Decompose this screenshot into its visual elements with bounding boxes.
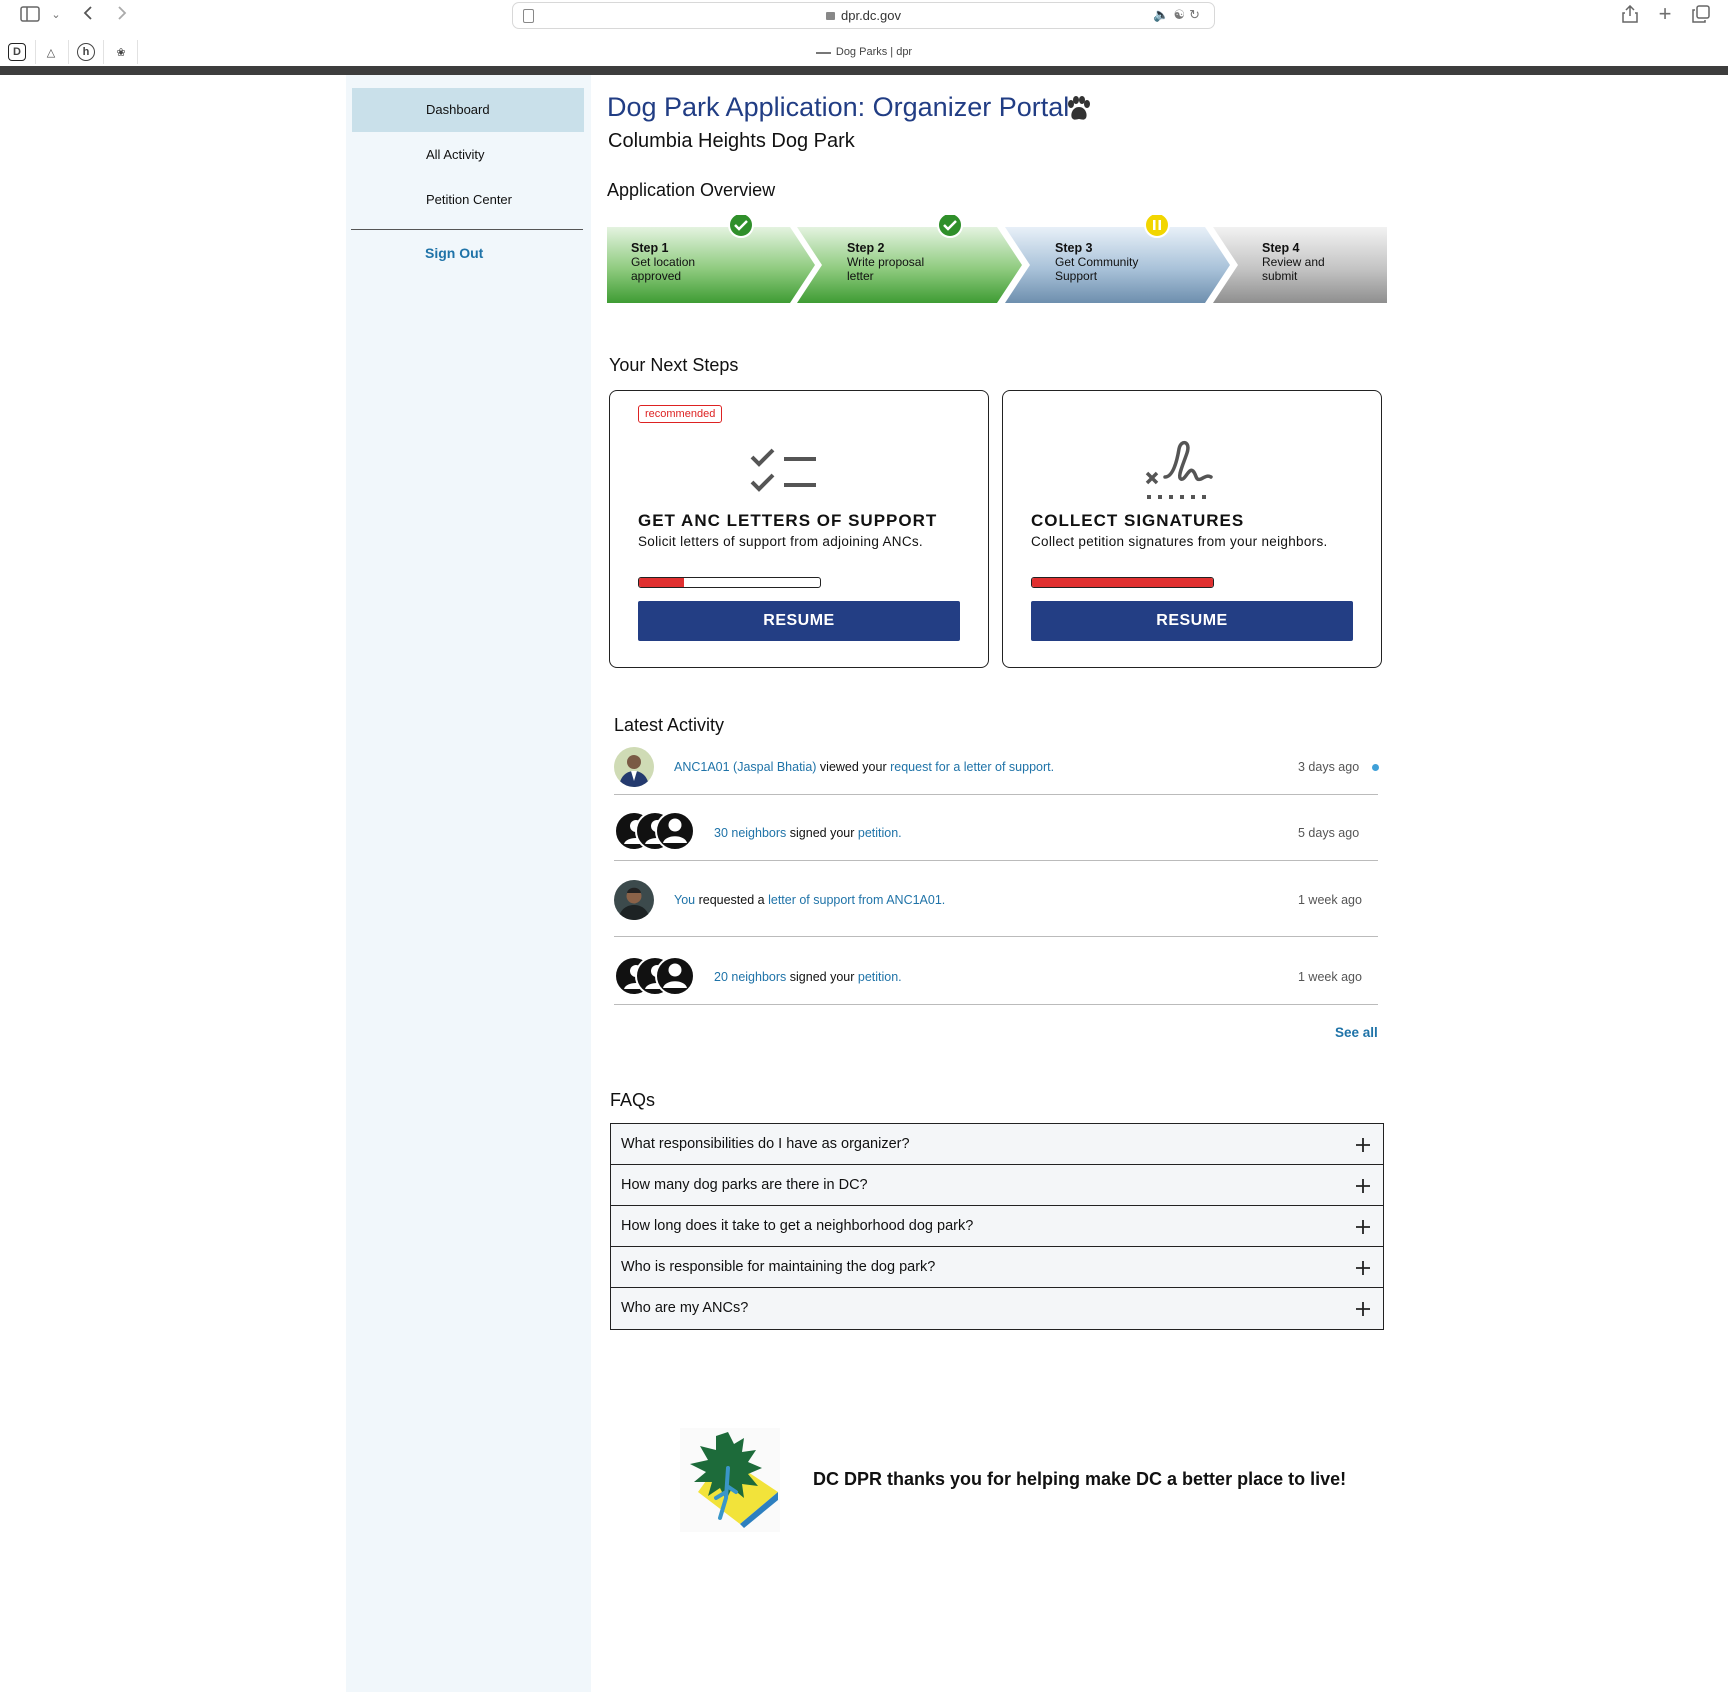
sidebar-item-dashboard[interactable]: Dashboard xyxy=(352,88,584,132)
tab-strip-bar xyxy=(0,66,1728,75)
activity-object-link[interactable]: request for a letter of support. xyxy=(890,760,1054,774)
plus-icon[interactable] xyxy=(1355,1137,1371,1153)
plus-icon[interactable] xyxy=(1355,1260,1371,1276)
resume-button[interactable]: RESUME xyxy=(638,601,960,641)
back-icon[interactable] xyxy=(77,2,99,24)
card-title: GET ANC LETTERS OF SUPPORT xyxy=(638,511,938,530)
see-all-link[interactable]: See all xyxy=(1335,1025,1378,1040)
step-1-label: Step 1 Get location approved xyxy=(631,241,696,283)
dc-dpr-logo xyxy=(680,1428,780,1532)
forward-icon[interactable] xyxy=(111,2,133,24)
progress-bar xyxy=(638,577,821,588)
progress-fill xyxy=(639,578,685,587)
page-title: Dog Park Application: Organizer Portal xyxy=(607,92,1070,122)
paw-icon xyxy=(1068,96,1090,120)
tab-favicon-icon xyxy=(815,46,831,54)
activity-item: 30 neighbors signed your petition. 5 day… xyxy=(614,795,1378,861)
activity-item: ANC1A01 (Jaspal Bhatia) viewed your requ… xyxy=(614,729,1379,795)
progress-bar xyxy=(1031,577,1214,588)
address-bar[interactable]: dpr.dc.gov 🔈☯↻ xyxy=(512,2,1215,29)
page-subtitle: Columbia Heights Dog Park xyxy=(608,130,855,152)
resume-button[interactable]: RESUME xyxy=(1031,601,1353,641)
faq-item[interactable]: How long does it take to get a neighborh… xyxy=(611,1206,1383,1247)
activity-object-link[interactable]: petition. xyxy=(858,970,902,984)
activity-time: 1 week ago xyxy=(1298,893,1362,907)
url-text: dpr.dc.gov xyxy=(841,8,901,23)
lock-icon xyxy=(826,12,835,20)
activity-item: You requested a letter of support from A… xyxy=(614,861,1378,937)
overview-heading: Application Overview xyxy=(607,180,776,200)
activity-text: 20 neighbors signed your petition. xyxy=(714,970,902,984)
sidebar-toggle-icon[interactable] xyxy=(19,3,41,25)
audio-translate-reload-icons[interactable]: 🔈☯↻ xyxy=(1153,7,1204,23)
activity-object-link[interactable]: letter of support from ANC1A01. xyxy=(768,893,945,907)
card-title: COLLECT SIGNATURES xyxy=(1031,511,1245,530)
activity-text: You requested a letter of support from A… xyxy=(674,893,946,907)
step-4-label: Step 4 Review and submit xyxy=(1262,241,1325,283)
tabs-overview-icon[interactable] xyxy=(1690,3,1712,25)
footer-message: DC DPR thanks you for helping make DC a … xyxy=(813,1469,1347,1489)
recommended-badge: recommended xyxy=(638,405,723,423)
faqs-heading: FAQs xyxy=(610,1090,656,1110)
plus-icon[interactable] xyxy=(1355,1301,1371,1317)
activity-text: ANC1A01 (Jaspal Bhatia) viewed your requ… xyxy=(674,760,1055,774)
activity-actor-link[interactable]: 30 neighbors xyxy=(714,826,786,840)
tab-dog-parks[interactable]: Dog Parks | dpr xyxy=(0,46,1728,58)
card-anc-letters: recommended GET ANC LETTERS OF SUPPORT S… xyxy=(609,390,989,668)
sidebar-item-all-activity[interactable]: All Activity xyxy=(352,133,584,177)
faq-item[interactable]: Who are my ANCs? xyxy=(611,1288,1383,1329)
avatar xyxy=(614,747,654,787)
faq-accordion: What responsibilities do I have as organ… xyxy=(610,1123,1384,1330)
faq-item[interactable]: Who is responsible for maintaining the d… xyxy=(611,1247,1383,1288)
signature-icon xyxy=(1145,440,1213,499)
sidebar: Dashboard All Activity Petition Center S… xyxy=(346,75,591,1692)
next-steps-heading: Your Next Steps xyxy=(609,355,739,375)
share-icon[interactable] xyxy=(1619,3,1641,25)
sign-out-link[interactable]: Sign Out xyxy=(425,245,483,261)
card-description: Solicit letters of support from adjoinin… xyxy=(638,534,923,549)
activity-actor-link[interactable]: You xyxy=(674,893,695,907)
step-2-label: Step 2 Write proposal letter xyxy=(847,241,925,283)
chevron-down-icon[interactable]: ⌄ xyxy=(45,3,67,25)
step-2-check-icon xyxy=(937,215,963,238)
plus-icon[interactable] xyxy=(1355,1178,1371,1194)
activity-actor-link[interactable]: 20 neighbors xyxy=(714,970,786,984)
step-3-label: Step 3 Get Community Support xyxy=(1055,241,1139,283)
card-description: Collect petition signatures from your ne… xyxy=(1031,534,1328,549)
sidebar-divider xyxy=(351,229,583,230)
unread-indicator xyxy=(1372,764,1379,771)
card-collect-signatures: COLLECT SIGNATURES Collect petition sign… xyxy=(1002,390,1382,668)
activity-text: 30 neighbors signed your petition. xyxy=(714,826,902,840)
progress-fill xyxy=(1032,578,1213,587)
new-tab-icon[interactable]: + xyxy=(1654,1,1676,26)
activity-object-link[interactable]: petition. xyxy=(858,826,902,840)
activity-time: 3 days ago xyxy=(1298,760,1360,774)
avatar xyxy=(614,880,654,920)
group-icon xyxy=(614,811,695,851)
checklist-icon xyxy=(750,448,816,492)
activity-time: 1 week ago xyxy=(1298,970,1362,984)
step-3-pause-icon xyxy=(1144,215,1170,238)
step-1-check-icon xyxy=(728,215,754,238)
group-icon xyxy=(614,956,695,996)
activity-time: 5 days ago xyxy=(1298,826,1360,840)
plus-icon[interactable] xyxy=(1355,1219,1371,1235)
faq-item[interactable]: How many dog parks are there in DC? xyxy=(611,1165,1383,1206)
activity-item: 20 neighbors signed your petition. 1 wee… xyxy=(614,937,1378,1005)
tab-title-text: Dog Parks | dpr xyxy=(835,46,913,58)
activity-actor-link[interactable]: ANC1A01 (Jaspal Bhatia) xyxy=(674,760,816,774)
faq-item[interactable]: What responsibilities do I have as organ… xyxy=(611,1124,1383,1165)
sidebar-item-petition-center[interactable]: Petition Center xyxy=(352,178,584,222)
browser-chrome: ⌄ dpr.dc.gov 🔈☯↻ + D △ h ❀ Dog Parks | d… xyxy=(0,0,1728,75)
